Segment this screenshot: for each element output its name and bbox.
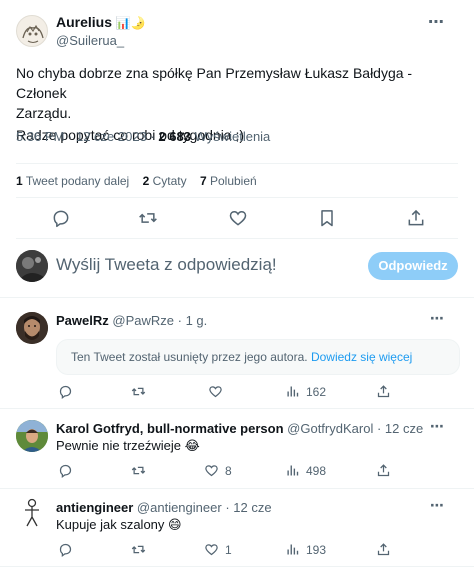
reply-author-name[interactable]: antiengineer [56, 500, 133, 515]
avatar[interactable] [16, 15, 48, 47]
reply-button[interactable] [58, 384, 73, 399]
notice-text: Ten Tweet został usunięty przez jego aut… [71, 350, 308, 364]
reply-header: PawelRz @PawRze · 1 g. [56, 313, 207, 328]
reply-time[interactable]: 1 g. [186, 313, 208, 328]
retweet-icon [131, 384, 146, 399]
analytics-icon [285, 463, 300, 478]
share-icon [376, 542, 391, 557]
views-count: 2 683 [158, 129, 191, 144]
reply-text: Pewnie nie trzeźwieje 😂 [56, 438, 200, 453]
avatar[interactable] [16, 420, 48, 452]
share-button[interactable] [406, 208, 426, 228]
heart-icon [204, 463, 219, 478]
divider [16, 197, 458, 198]
views-button[interactable]: 498 [285, 463, 326, 478]
heart-icon [228, 208, 248, 228]
reply-button[interactable] [51, 208, 71, 228]
quotes-stat[interactable]: 2 Cytaty [143, 174, 187, 188]
share-button[interactable] [376, 384, 391, 399]
reply-handle[interactable]: @PawRze [112, 313, 174, 328]
divider [0, 297, 474, 298]
share-icon [376, 384, 391, 399]
reply-submit-button[interactable]: Odpowiedz [368, 252, 458, 280]
retweet-button[interactable] [131, 384, 146, 399]
bookmark-button[interactable] [317, 208, 337, 228]
views-count: 193 [306, 542, 327, 557]
stats-row: 1 Tweet podany dalej 2 Cytaty 7 Polubień [16, 174, 257, 188]
deleted-tweet-notice: Ten Tweet został usunięty przez jego aut… [56, 339, 460, 375]
avatar[interactable] [16, 312, 48, 344]
views-count: 498 [306, 463, 327, 478]
share-icon [406, 208, 426, 228]
heart-icon [208, 384, 223, 399]
reply-input[interactable]: Wyślij Tweeta z odpowiedzią! [56, 255, 356, 279]
reply-header: Karol Gotfryd, bull-normative person @Go… [56, 421, 423, 436]
share-icon [376, 463, 391, 478]
avatar[interactable] [16, 497, 48, 529]
like-count: 8 [225, 463, 232, 478]
reply-header: antiengineer @antiengineer · 12 cze [56, 500, 272, 515]
author-emoji: 📊🌛 [115, 16, 146, 30]
reply-time[interactable]: 12 cze [385, 421, 423, 436]
heart-icon [204, 542, 219, 557]
reply-author-name[interactable]: Karol Gotfryd, bull-normative person [56, 421, 284, 436]
divider [16, 238, 458, 239]
reply-icon [51, 208, 71, 228]
separator: · [177, 313, 182, 328]
tweet-meta: 5:36 PM · 12 cze 2023 · 2 683 Wyświetlen… [16, 129, 270, 144]
reply-button[interactable] [58, 542, 73, 557]
retweet-icon [138, 208, 158, 228]
learn-more-link[interactable]: Dowiedz się więcej [311, 350, 412, 364]
reply-handle[interactable]: @antiengineer [137, 500, 222, 515]
views-button[interactable]: 193 [285, 542, 326, 557]
author-handle[interactable]: @Suilerua_ [56, 33, 124, 48]
like-button[interactable]: 1 [204, 542, 232, 557]
timestamp[interactable]: 5:36 PM · 12 cze 2023 · [16, 129, 155, 144]
more-options-icon[interactable]: ⋯ [428, 12, 445, 32]
composer-avatar[interactable] [16, 250, 48, 282]
retweet-button[interactable] [131, 542, 146, 557]
separator: · [376, 421, 382, 436]
divider [0, 488, 474, 489]
author-name[interactable]: Aurelius [56, 14, 112, 30]
separator: · [225, 500, 230, 515]
analytics-icon [285, 384, 300, 399]
tweet-text-line: Zarządu. [16, 105, 72, 121]
views-button[interactable]: 162 [285, 384, 326, 399]
like-button[interactable] [208, 384, 229, 399]
reply-button[interactable] [58, 463, 73, 478]
divider [0, 408, 474, 409]
likes-stat[interactable]: 7 Polubień [200, 174, 257, 188]
retweet-icon [131, 463, 146, 478]
retweet-button[interactable] [131, 463, 146, 478]
retweets-stat[interactable]: 1 Tweet podany dalej [16, 174, 129, 188]
reply-icon [58, 542, 73, 557]
like-count: 1 [225, 542, 232, 557]
views-label: Wyświetlenia [194, 129, 271, 144]
bookmark-icon [317, 208, 337, 228]
reply-author-name[interactable]: PawelRz [56, 313, 109, 328]
retweet-icon [131, 542, 146, 557]
more-options-icon[interactable]: ⋯ [430, 310, 445, 327]
reply-icon [58, 384, 73, 399]
like-button[interactable]: 8 [204, 463, 232, 478]
more-options-icon[interactable]: ⋯ [430, 497, 445, 514]
tweet-text-line: No chyba dobrze zna spółkę Pan Przemysła… [16, 65, 413, 101]
author-name-row: Aurelius 📊🌛 [56, 14, 146, 30]
share-button[interactable] [376, 463, 391, 478]
divider [0, 566, 474, 567]
share-button[interactable] [376, 542, 391, 557]
divider [16, 163, 458, 164]
reply-handle[interactable]: @GotfrydKarol [287, 421, 373, 436]
more-options-icon[interactable]: ⋯ [430, 418, 445, 435]
views-count: 162 [306, 384, 327, 399]
retweet-button[interactable] [138, 208, 158, 228]
like-button[interactable] [228, 208, 248, 228]
reply-icon [58, 463, 73, 478]
reply-text: Kupuje jak szalony 😄 [56, 517, 182, 532]
reply-time[interactable]: 12 cze [233, 500, 271, 515]
analytics-icon [285, 542, 300, 557]
